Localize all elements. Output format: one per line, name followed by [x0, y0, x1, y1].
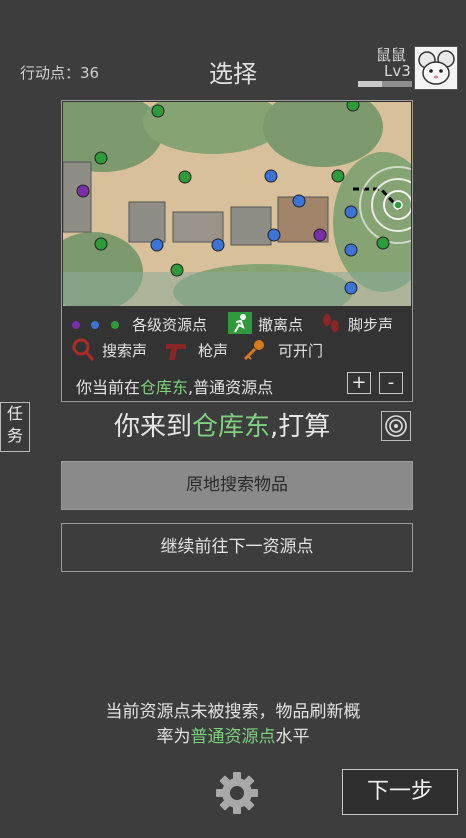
legend-evac-point: 撤离点: [258, 316, 304, 334]
location-prefix: 你当前在: [76, 378, 141, 397]
current-location: 你当前在仓库东,普通资源点: [76, 374, 273, 398]
gear-icon: [216, 772, 258, 814]
location-name: 仓库东: [140, 378, 189, 397]
resource-dots-icon: [72, 321, 119, 329]
info-line-2-suffix: 水平: [275, 727, 310, 747]
legend-gun-sound: 枪声: [198, 342, 229, 360]
info-line-1: 当前资源点未被搜索，物品刷新概: [105, 702, 361, 722]
legend-footsteps: 脚步声: [348, 316, 394, 334]
legend-search-sound: 搜索声: [102, 342, 148, 360]
level-progress-bar: [358, 81, 412, 87]
evac-runner-icon: [228, 312, 252, 334]
map-panel: 各级资源点 撤离点 脚步声 搜索声 枪声 可开门 你当前在仓库东,普通资源点 +…: [61, 100, 413, 402]
mouse-avatar-icon: [418, 50, 455, 85]
area-map[interactable]: [63, 102, 411, 306]
settings-button[interactable]: [214, 770, 260, 816]
pistol-icon: [166, 344, 186, 360]
go-next-point-button[interactable]: 继续前往下一资源点: [61, 523, 413, 572]
search-items-button[interactable]: 原地搜索物品: [61, 461, 413, 510]
arrival-place: 仓库东: [192, 412, 271, 442]
magnifier-icon: [72, 338, 94, 361]
footprints-icon: [323, 314, 339, 332]
zoom-in-button[interactable]: +: [347, 372, 371, 394]
task-button[interactable]: 任务: [0, 402, 30, 452]
map-legend: 各级资源点 撤离点 脚步声 搜索声 枪声 可开门 你当前在仓库东,普通资源点 +…: [62, 308, 412, 400]
arrival-message: 你来到仓库东,打算: [114, 406, 330, 443]
info-highlight: 普通资源点: [190, 727, 276, 747]
location-suffix: ,普通资源点: [188, 378, 274, 397]
arrival-prefix: 你来到: [114, 412, 193, 442]
legend-openable-door: 可开门: [278, 342, 324, 360]
info-line-2: 率为普通资源点水平: [40, 725, 426, 750]
avatar[interactable]: [414, 46, 458, 90]
player-level: Lv3: [384, 62, 411, 80]
info-line-2-prefix: 率为: [156, 727, 191, 747]
resource-info: 当前资源点未被搜索，物品刷新概 率为普通资源点水平: [40, 700, 426, 750]
arrival-suffix: ,打算: [270, 412, 331, 442]
next-step-button[interactable]: 下一步: [342, 769, 458, 815]
radar-icon: [385, 415, 407, 437]
key-icon: [243, 340, 264, 361]
level-progress-fill: [358, 81, 383, 87]
legend-resource-points: 各级资源点: [132, 316, 208, 334]
radar-button[interactable]: [381, 411, 411, 441]
zoom-out-button[interactable]: -: [379, 372, 403, 394]
